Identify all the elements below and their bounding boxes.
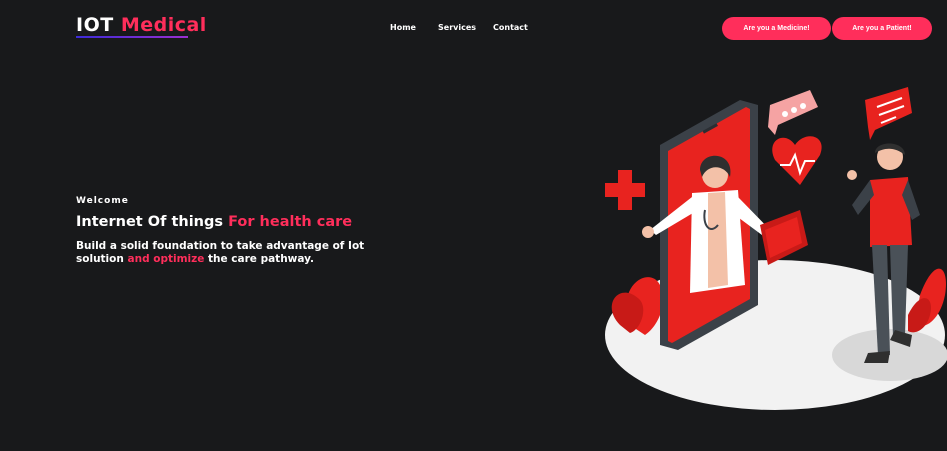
hero-subtitle: Build a solid foundation to take advanta… <box>76 240 366 266</box>
nav-home-link[interactable]: Home <box>390 23 416 32</box>
telemedicine-illustration <box>605 87 947 410</box>
headline-plain: Internet Of things <box>76 214 224 230</box>
patient-button[interactable]: Are you a Patient! <box>832 17 932 40</box>
heart-icon <box>772 136 822 185</box>
nav-services-link[interactable]: Services <box>438 23 476 32</box>
cross-icon <box>605 170 645 210</box>
headline-accent: For health care <box>228 214 353 230</box>
medicine-button[interactable]: Are you a Medicine! <box>722 17 831 40</box>
logo-text-iot: IOT <box>76 14 114 36</box>
chat-bubble-icon <box>865 87 912 140</box>
subtitle-part2: the care pathway. <box>208 253 314 265</box>
chat-bubble-icon <box>768 90 818 135</box>
landing-page: IOT Medical Home Services Contact Are yo… <box>0 0 947 451</box>
subtitle-accent: and optimize <box>127 253 205 265</box>
site-logo[interactable]: IOT Medical <box>76 14 207 36</box>
logo-text-medical: Medical <box>120 14 207 36</box>
hero-eyebrow: Welcome <box>76 196 129 206</box>
hero-headline: Internet Of things For health care <box>76 214 352 230</box>
clipboard-icon <box>760 210 808 265</box>
logo-underline <box>76 36 188 38</box>
nav-contact-link[interactable]: Contact <box>493 23 528 32</box>
